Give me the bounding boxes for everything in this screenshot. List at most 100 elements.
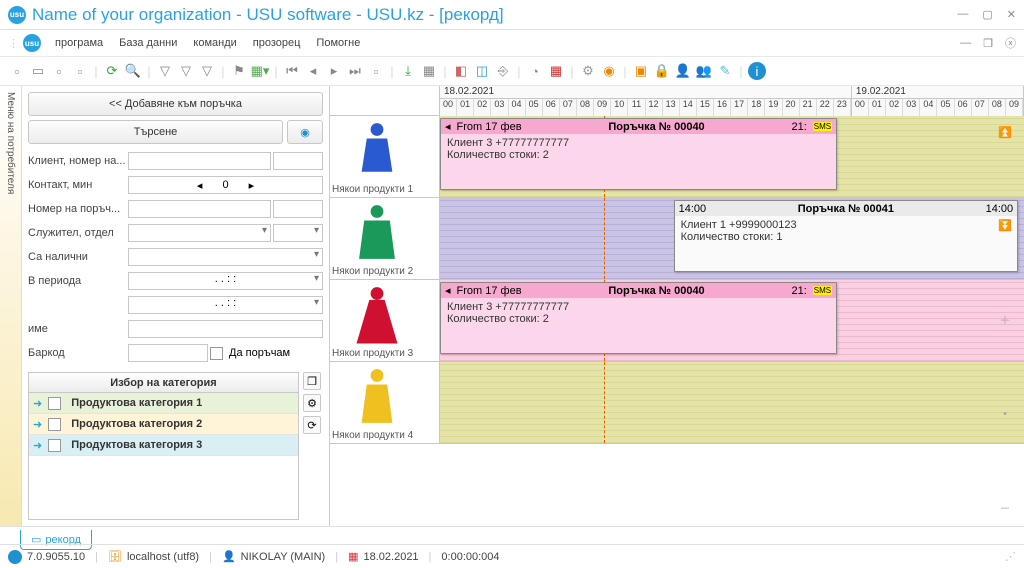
tb-info-icon[interactable]: i bbox=[748, 62, 766, 80]
tb-users-icon[interactable]: 👥 bbox=[695, 62, 713, 80]
resize-grip-icon[interactable]: ⋰ bbox=[1005, 550, 1016, 563]
tb-filter2-icon[interactable]: ▽ bbox=[177, 62, 195, 80]
mdi-minimize-button[interactable]: — bbox=[960, 37, 971, 49]
dept-combo[interactable] bbox=[273, 224, 323, 242]
category-row[interactable]: ➜Продуктова категория 2 bbox=[29, 414, 298, 435]
menu-database[interactable]: База данни bbox=[113, 35, 183, 51]
product-thumb-icon bbox=[350, 118, 404, 182]
menu-commands[interactable]: команди bbox=[187, 35, 242, 51]
tb-gear-icon[interactable]: ⚙ bbox=[579, 62, 597, 80]
add-to-order-button[interactable]: << Добавяне към поръчка bbox=[28, 92, 323, 116]
hour-cell: 11 bbox=[628, 99, 645, 116]
menu-program[interactable]: програма bbox=[49, 35, 109, 51]
order-card[interactable]: 14:00Поръчка № 0004114:00 Клиент 1 +9999… bbox=[674, 200, 1019, 272]
tb-flag-icon[interactable]: ⚑ bbox=[230, 62, 248, 80]
tb-rss-icon[interactable]: ▣ bbox=[632, 62, 650, 80]
orderno-input2[interactable] bbox=[273, 200, 323, 218]
hour-cell: 07 bbox=[972, 99, 989, 116]
menu-window[interactable]: прозорец bbox=[247, 35, 307, 51]
tb-refresh-icon[interactable]: ⟳ bbox=[103, 62, 121, 80]
timeline-row: Някои продукти 2 14:00Поръчка № 0004114:… bbox=[330, 198, 1024, 280]
product-thumb-icon bbox=[350, 364, 404, 428]
menu-logo-icon: usu bbox=[23, 34, 41, 52]
hour-cell: 06 bbox=[955, 99, 972, 116]
search-button[interactable]: Търсене bbox=[28, 120, 283, 144]
cat-checkbox[interactable] bbox=[48, 439, 61, 452]
status-date: 18.02.2021 bbox=[364, 551, 419, 563]
tb-search-icon[interactable]: 🔍 bbox=[124, 62, 142, 80]
zoom-in-icon[interactable]: ＋ bbox=[1000, 312, 1011, 328]
period-from-input[interactable]: . . : : bbox=[128, 272, 323, 290]
tb-open-icon[interactable]: ▭ bbox=[29, 62, 47, 80]
contact-spinner[interactable]: ◂0▸ bbox=[128, 176, 323, 194]
tb-user-icon[interactable]: 👤 bbox=[674, 62, 692, 80]
scroll-down-icon[interactable]: ⏬ bbox=[998, 219, 1012, 232]
cat-checkbox[interactable] bbox=[48, 397, 61, 410]
mdi-restore-button[interactable]: ❐ bbox=[983, 37, 993, 50]
period-to-input[interactable]: . . : : bbox=[128, 296, 323, 314]
close-button[interactable]: ✕ bbox=[1007, 8, 1016, 21]
tb-filter-icon[interactable]: ▽ bbox=[156, 62, 174, 80]
menu-help[interactable]: Помогне bbox=[310, 35, 366, 51]
hour-cell: 05 bbox=[937, 99, 954, 116]
tb-chart-icon[interactable]: ▦ bbox=[420, 62, 438, 80]
tb-brush-icon[interactable]: ✎ bbox=[716, 62, 734, 80]
tb-export-icon[interactable]: ⤓ bbox=[399, 62, 417, 80]
tb-save-icon[interactable]: ▫ bbox=[50, 62, 68, 80]
tb-nav-last-icon[interactable]: ⏭ bbox=[346, 62, 364, 80]
employee-combo[interactable] bbox=[128, 224, 271, 242]
tb-image-icon[interactable]: ▦▾ bbox=[251, 62, 269, 80]
tb-clock-icon[interactable]: ◔ bbox=[526, 62, 544, 80]
search-aux-button[interactable]: ◉ bbox=[287, 120, 323, 144]
tb-exit-icon[interactable]: ⎆ bbox=[494, 62, 512, 80]
timeline-side-controls: ⏫ ⏬ ＋ • － bbox=[1000, 86, 1010, 526]
lbl-toorder: Да поръчам bbox=[229, 347, 290, 359]
tb-filter3-icon[interactable]: ▽ bbox=[198, 62, 216, 80]
timeline-panel: 18.02.2021000102030405060708091011121314… bbox=[330, 86, 1024, 526]
tb-window-icon[interactable]: ◧ bbox=[452, 62, 470, 80]
maximize-button[interactable]: ▢ bbox=[982, 8, 992, 21]
cat-copy-button[interactable]: ❐ bbox=[303, 372, 321, 390]
filter-panel: << Добавяне към поръчка Търсене ◉ Клиент… bbox=[22, 86, 330, 526]
category-row[interactable]: ➜Продуктова категория 3 bbox=[29, 435, 298, 456]
tb-color-icon[interactable]: ◉ bbox=[600, 62, 618, 80]
tb-nav-first-icon[interactable]: ⏮ bbox=[283, 62, 301, 80]
order-card[interactable]: ◂From 17 февПоръчка № 0004021:SMS Клиент… bbox=[440, 282, 837, 354]
arrow-icon: ➜ bbox=[33, 418, 42, 431]
tb-split-icon[interactable]: ◫ bbox=[473, 62, 491, 80]
name-input[interactable] bbox=[128, 320, 323, 338]
tb-saveall-icon[interactable]: ▫ bbox=[71, 62, 89, 80]
sms-tag: SMS bbox=[813, 122, 832, 131]
zoom-out-icon[interactable]: － bbox=[1000, 500, 1011, 516]
tb-lock-icon[interactable]: 🔒 bbox=[653, 62, 671, 80]
cat-checkbox[interactable] bbox=[48, 418, 61, 431]
minimize-button[interactable]: — bbox=[957, 8, 968, 21]
category-row[interactable]: ➜Продуктова категория 1 bbox=[29, 393, 298, 414]
cat-refresh-button[interactable]: ⟳ bbox=[303, 416, 321, 434]
tb-cal-icon[interactable]: ▦ bbox=[547, 62, 565, 80]
client-input[interactable] bbox=[128, 152, 271, 170]
barcode-input[interactable] bbox=[128, 344, 208, 362]
lbl-orderno: Номер на поръч... bbox=[28, 203, 128, 215]
hour-cell: 07 bbox=[560, 99, 577, 116]
tb-nav-next-icon[interactable]: ▸ bbox=[325, 62, 343, 80]
scroll-up-icon[interactable]: ⏫ bbox=[998, 126, 1012, 139]
timeline-row: Някои продукти 4 bbox=[330, 362, 1024, 444]
order-card[interactable]: ◂From 17 февПоръчка № 0004021:SMS Клиент… bbox=[440, 118, 837, 190]
tb-record-icon[interactable]: ▫ bbox=[367, 62, 385, 80]
client-num-input[interactable] bbox=[273, 152, 323, 170]
lbl-contact: Контакт, мин bbox=[28, 179, 128, 191]
status-time: 0:00:00:004 bbox=[441, 551, 499, 563]
toorder-checkbox[interactable] bbox=[210, 347, 223, 360]
tb-new-icon[interactable]: ▫ bbox=[8, 62, 26, 80]
orderno-input[interactable] bbox=[128, 200, 271, 218]
tb-nav-prev-icon[interactable]: ◂ bbox=[304, 62, 322, 80]
side-tab-label: Меню на потребителя bbox=[5, 92, 16, 194]
instock-combo[interactable] bbox=[128, 248, 323, 266]
zoom-dot-icon[interactable]: • bbox=[1003, 408, 1007, 420]
user-icon: 👤 bbox=[222, 550, 236, 563]
cat-settings-button[interactable]: ⚙ bbox=[303, 394, 321, 412]
side-tab-user-menu[interactable]: Меню на потребителя bbox=[0, 86, 22, 526]
hour-cell: 01 bbox=[457, 99, 474, 116]
mdi-close-button[interactable]: ⓧ bbox=[1005, 35, 1016, 51]
